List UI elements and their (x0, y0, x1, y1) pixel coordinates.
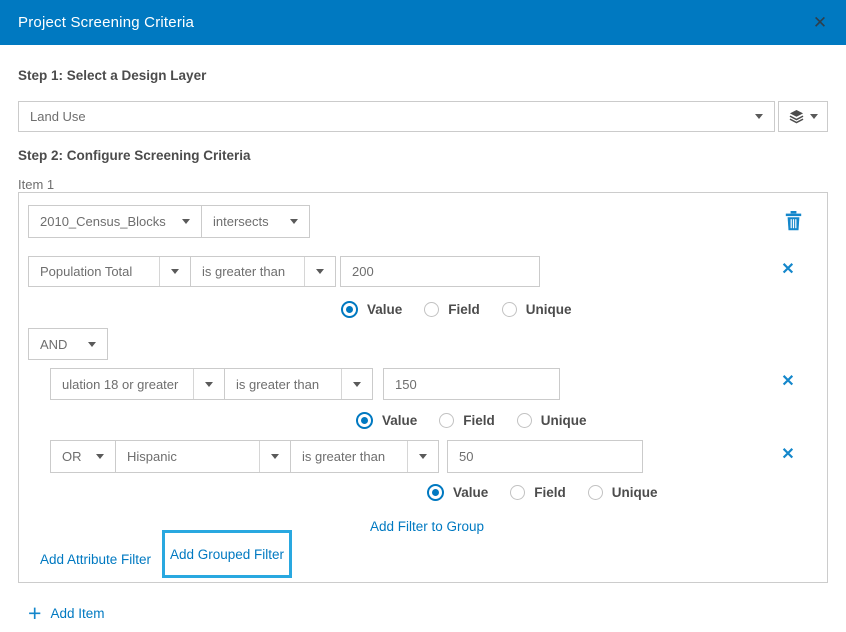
step2-label: Step 2: Configure Screening Criteria (18, 148, 251, 163)
chevron-down-icon (205, 382, 213, 387)
filter-2-field-select[interactable]: ulation 18 or greater (50, 368, 225, 400)
chevron-down-icon (316, 269, 324, 274)
radio-value-label: Value (367, 302, 402, 317)
add-grouped-filter-highlight: Add Grouped Filter (162, 530, 292, 578)
radio-value[interactable] (356, 412, 373, 429)
design-layer-select-value: Land Use (19, 109, 751, 124)
layers-icon (789, 109, 804, 124)
dialog-header: Project Screening Criteria (0, 0, 846, 45)
chevron-down-icon (182, 219, 190, 224)
filter-3-field-select[interactable]: Hispanic (115, 440, 291, 473)
add-item-label: Add Item (50, 606, 104, 621)
filter-1-field-select[interactable]: Population Total (28, 256, 191, 287)
filter-3-connector-value: OR (51, 449, 92, 464)
add-grouped-filter-link[interactable]: Add Grouped Filter (170, 547, 284, 562)
filter-2-value-type-radios: Value Field Unique (356, 412, 609, 429)
filter-2-operator-select[interactable]: is greater than (224, 368, 373, 400)
radio-field-label: Field (463, 413, 495, 428)
filter-1-value-type-radios: Value Field Unique (341, 301, 594, 318)
radio-field[interactable] (424, 302, 439, 317)
layer-options-button[interactable] (778, 101, 828, 132)
remove-filter-2-icon[interactable]: ✕ (779, 373, 797, 391)
add-filter-to-group-link[interactable]: Add Filter to Group (370, 519, 484, 534)
chevron-down-icon (353, 382, 361, 387)
radio-field-label: Field (448, 302, 480, 317)
spatial-operator-select[interactable]: intersects (201, 205, 310, 238)
radio-unique-label: Unique (612, 485, 658, 500)
filter-1-operator-value: is greater than (191, 264, 304, 279)
add-item-button[interactable]: + Add Item (28, 601, 104, 625)
target-layer-select-value: 2010_Census_Blocks (29, 214, 178, 229)
plus-icon: + (28, 601, 41, 625)
radio-unique[interactable] (517, 413, 532, 428)
design-layer-select[interactable]: Land Use (18, 101, 775, 132)
radio-field[interactable] (510, 485, 525, 500)
radio-unique[interactable] (502, 302, 517, 317)
filter-3-value-type-radios: Value Field Unique (427, 484, 680, 501)
step1-label: Step 1: Select a Design Layer (18, 68, 206, 83)
radio-unique[interactable] (588, 485, 603, 500)
filter-2-field-value: ulation 18 or greater (51, 377, 193, 392)
radio-field-label: Field (534, 485, 566, 500)
radio-field[interactable] (439, 413, 454, 428)
filter-3-operator-value: is greater than (291, 449, 407, 464)
dialog-title: Project Screening Criteria (18, 14, 194, 31)
filter-3-connector-select[interactable]: OR (50, 440, 116, 473)
radio-value-label: Value (453, 485, 488, 500)
chevron-down-icon (171, 269, 179, 274)
filter-3-field-value: Hispanic (116, 449, 259, 464)
filter-2-value-input[interactable] (383, 368, 560, 400)
radio-value[interactable] (341, 301, 358, 318)
filter-2-operator-value: is greater than (225, 377, 341, 392)
filter-1-operator-select[interactable]: is greater than (190, 256, 336, 287)
group-connector-select[interactable]: AND (28, 328, 108, 360)
chevron-down-icon (810, 114, 818, 119)
chevron-down-icon (290, 219, 298, 224)
radio-unique-label: Unique (541, 413, 587, 428)
chevron-down-icon (88, 342, 96, 347)
filter-3-value-input[interactable] (447, 440, 643, 473)
close-icon[interactable]: ✕ (809, 12, 831, 34)
add-attribute-filter-link[interactable]: Add Attribute Filter (40, 552, 151, 567)
filter-1-field-value: Population Total (29, 264, 159, 279)
group-connector-value: AND (29, 337, 84, 352)
radio-value[interactable] (427, 484, 444, 501)
item-1-label: Item 1 (18, 177, 54, 192)
filter-3-operator-select[interactable]: is greater than (290, 440, 439, 473)
chevron-down-icon (271, 454, 279, 459)
chevron-down-icon (755, 114, 763, 119)
radio-value-label: Value (382, 413, 417, 428)
spatial-operator-select-value: intersects (202, 214, 286, 229)
chevron-down-icon (96, 454, 104, 459)
remove-filter-1-icon[interactable]: ✕ (779, 261, 797, 279)
remove-filter-3-icon[interactable]: ✕ (779, 446, 797, 464)
target-layer-select[interactable]: 2010_Census_Blocks (28, 205, 202, 238)
chevron-down-icon (419, 454, 427, 459)
delete-item-trash-icon[interactable] (785, 211, 802, 236)
radio-unique-label: Unique (526, 302, 572, 317)
filter-1-value-input[interactable] (340, 256, 540, 287)
